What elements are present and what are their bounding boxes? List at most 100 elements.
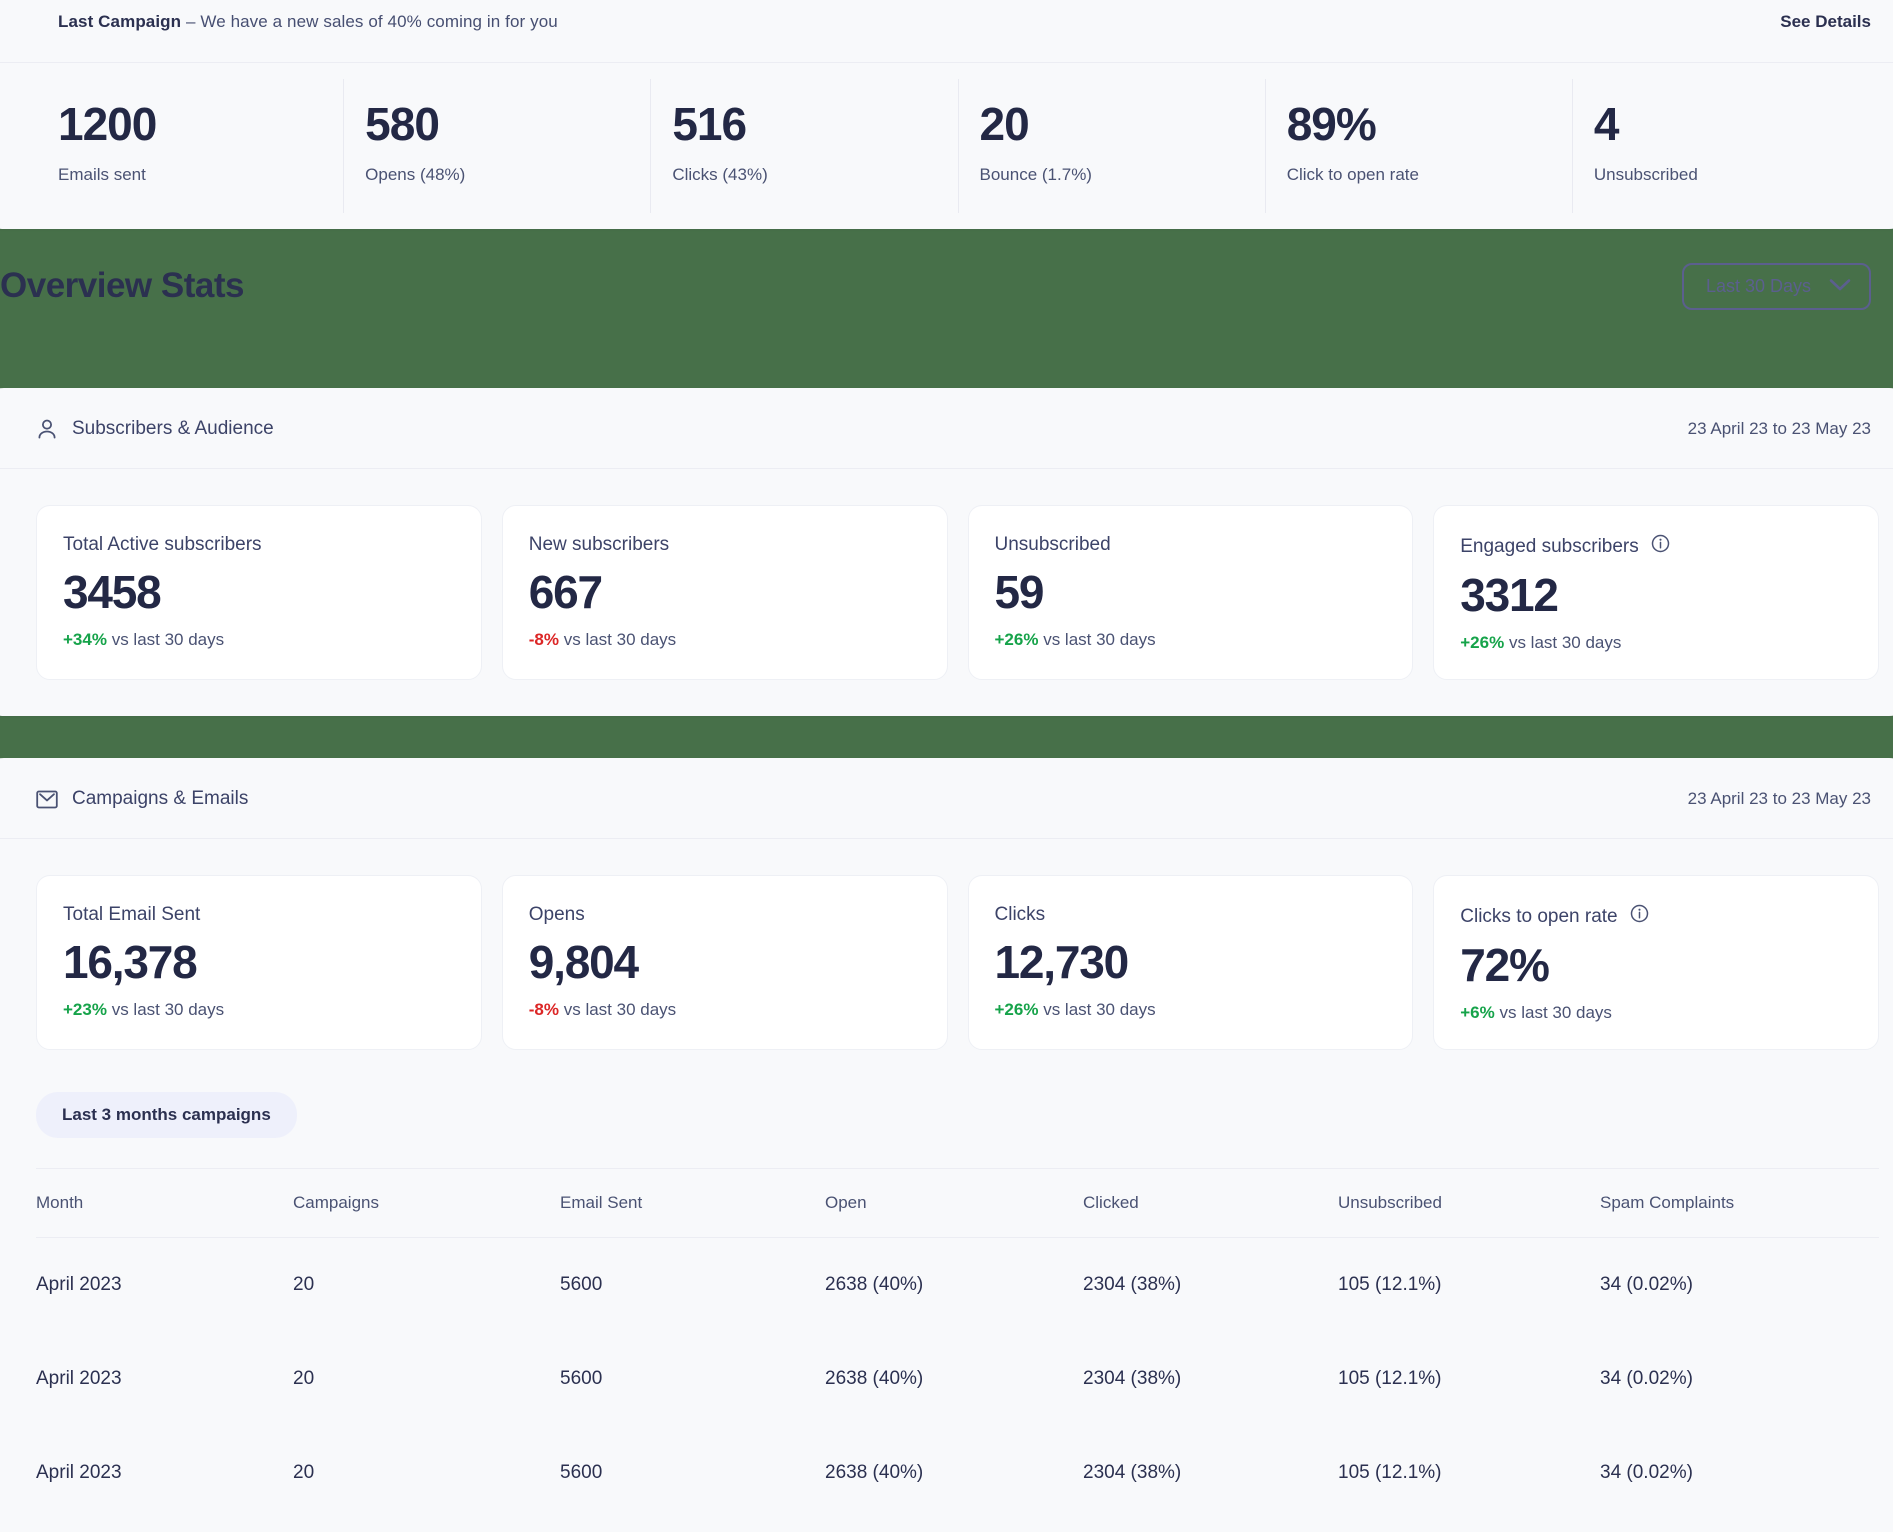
campaign-filter-chip-row: Last 3 months campaigns <box>0 1086 1893 1138</box>
stat-card-value: 667 <box>529 568 921 616</box>
stat-card-value: 16,378 <box>63 938 455 986</box>
date-range-value: Last 30 Days <box>1706 276 1811 297</box>
table-cell-clicked: 2304 (38%) <box>1083 1426 1338 1520</box>
table-row[interactable]: April 2023 20 5600 2638 (40%) 2304 (38%)… <box>36 1332 1879 1426</box>
metric-value: 580 <box>365 101 640 147</box>
see-details-link[interactable]: See Details <box>1780 12 1871 32</box>
stat-card-value: 3458 <box>63 568 455 616</box>
table-cell-open: 2638 (40%) <box>825 1426 1083 1520</box>
stat-card-unsubscribed: Unsubscribed 59 +26% vs last 30 days <box>968 505 1414 680</box>
table-column-header-spam-complaints: Spam Complaints <box>1600 1169 1879 1238</box>
stat-card-delta-value: +26% <box>1460 633 1504 652</box>
stat-card-new-subscribers: New subscribers 667 -8% vs last 30 days <box>502 505 948 680</box>
subscribers-panel-header: Subscribers & Audience 23 April 23 to 23… <box>0 388 1893 469</box>
stat-card-delta: +6% vs last 30 days <box>1460 1003 1852 1023</box>
stat-card-delta-suffix: vs last 30 days <box>564 630 676 649</box>
stat-card-delta: -8% vs last 30 days <box>529 1000 921 1020</box>
table-cell-campaigns: 20 <box>293 1426 560 1520</box>
campaigns-stat-grid: Total Email Sent 16,378 +23% vs last 30 … <box>0 839 1893 1086</box>
metric-label: Bounce (1.7%) <box>980 165 1255 185</box>
stat-card-delta: +34% vs last 30 days <box>63 630 455 650</box>
stat-card-title-wrap: Clicks <box>995 904 1387 926</box>
stat-card-delta-suffix: vs last 30 days <box>1509 633 1621 652</box>
stat-card-title-wrap: Total Email Sent <box>63 904 455 926</box>
stat-card-value: 72% <box>1460 941 1852 989</box>
table-column-header-unsubscribed: Unsubscribed <box>1338 1169 1600 1238</box>
table-cell-open: 2638 (40%) <box>825 1238 1083 1333</box>
stat-card-clicks-to-open-rate: Clicks to open rate 72% +6% vs last 30 d… <box>1433 875 1879 1050</box>
table-cell-clicked: 2304 (38%) <box>1083 1238 1338 1333</box>
stat-card-title: Total Email Sent <box>63 904 200 926</box>
chip-last-3-months-campaigns[interactable]: Last 3 months campaigns <box>36 1092 297 1138</box>
overview-stats-bar: Overview Stats Last 30 Days <box>0 238 1893 334</box>
metric-label: Click to open rate <box>1287 165 1562 185</box>
campaigns-table: Month Campaigns Email Sent Open Clicked … <box>36 1168 1879 1520</box>
last-campaign-card: Last Campaign – We have a new sales of 4… <box>0 0 1893 229</box>
campaigns-date-range: 23 April 23 to 23 May 23 <box>1688 789 1871 809</box>
metric-label: Opens (48%) <box>365 165 640 185</box>
stat-card-title-wrap: Unsubscribed <box>995 534 1387 556</box>
stat-card-title-wrap: Opens <box>529 904 921 926</box>
last-campaign-header: Last Campaign – We have a new sales of 4… <box>0 0 1893 44</box>
stat-card-title: New subscribers <box>529 534 669 556</box>
stat-card-title: Total Active subscribers <box>63 534 262 556</box>
table-cell-spam-complaints: 34 (0.02%) <box>1600 1238 1879 1333</box>
stat-card-total-active-subscribers: Total Active subscribers 3458 +34% vs la… <box>36 505 482 680</box>
stat-card-total-email-sent: Total Email Sent 16,378 +23% vs last 30 … <box>36 875 482 1050</box>
table-column-header-open: Open <box>825 1169 1083 1238</box>
info-icon[interactable] <box>1651 534 1670 559</box>
stat-card-delta-suffix: vs last 30 days <box>1043 630 1155 649</box>
stat-card-clicks: Clicks 12,730 +26% vs last 30 days <box>968 875 1414 1050</box>
table-cell-unsubscribed: 105 (12.1%) <box>1338 1332 1600 1426</box>
metric-value: 1200 <box>58 101 333 147</box>
subscribers-panel-title: Subscribers & Audience <box>72 418 274 440</box>
metric-unsubscribed: 4 Unsubscribed <box>1572 63 1879 229</box>
subscribers-date-range: 23 April 23 to 23 May 23 <box>1688 419 1871 439</box>
last-campaign-message: Last Campaign – We have a new sales of 4… <box>58 12 558 32</box>
last-campaign-description: – We have a new sales of 40% coming in f… <box>181 12 558 31</box>
stat-card-delta-value: -8% <box>529 630 559 649</box>
table-cell-unsubscribed: 105 (12.1%) <box>1338 1426 1600 1520</box>
campaigns-panel-title: Campaigns & Emails <box>72 788 248 810</box>
info-icon[interactable] <box>1630 904 1649 929</box>
stat-card-title: Clicks to open rate <box>1460 906 1617 928</box>
table-column-header-clicked: Clicked <box>1083 1169 1338 1238</box>
table-row[interactable]: April 2023 20 5600 2638 (40%) 2304 (38%)… <box>36 1238 1879 1333</box>
stat-card-delta-value: +26% <box>995 630 1039 649</box>
metric-opens: 580 Opens (48%) <box>343 63 650 229</box>
stat-card-delta: +26% vs last 30 days <box>1460 633 1852 653</box>
metric-emails-sent: 1200 Emails sent <box>36 63 343 229</box>
stat-card-delta: +26% vs last 30 days <box>995 1000 1387 1020</box>
stat-card-value: 9,804 <box>529 938 921 986</box>
stat-card-delta: +26% vs last 30 days <box>995 630 1387 650</box>
chevron-down-icon <box>1829 276 1851 297</box>
subscribers-stat-grid: Total Active subscribers 3458 +34% vs la… <box>0 469 1893 716</box>
table-row[interactable]: April 2023 20 5600 2638 (40%) 2304 (38%)… <box>36 1426 1879 1520</box>
stat-card-title: Opens <box>529 904 585 926</box>
stat-card-delta-value: +23% <box>63 1000 107 1019</box>
table-cell-email-sent: 5600 <box>560 1238 825 1333</box>
stat-card-title-wrap: Total Active subscribers <box>63 534 455 556</box>
stat-card-title: Unsubscribed <box>995 534 1111 556</box>
table-column-header-month: Month <box>36 1169 293 1238</box>
table-column-header-campaigns: Campaigns <box>293 1169 560 1238</box>
metric-value: 89% <box>1287 101 1562 147</box>
stat-card-delta-value: +6% <box>1460 1003 1495 1022</box>
stat-card-delta-suffix: vs last 30 days <box>1043 1000 1155 1019</box>
date-range-select[interactable]: Last 30 Days <box>1682 263 1871 310</box>
last-campaign-label: Last Campaign <box>58 12 181 31</box>
stat-card-delta-suffix: vs last 30 days <box>112 630 224 649</box>
stat-card-value: 12,730 <box>995 938 1387 986</box>
table-cell-email-sent: 5600 <box>560 1426 825 1520</box>
table-cell-unsubscribed: 105 (12.1%) <box>1338 1238 1600 1333</box>
stat-card-title: Engaged subscribers <box>1460 536 1639 558</box>
table-cell-campaigns: 20 <box>293 1238 560 1333</box>
table-cell-open: 2638 (40%) <box>825 1332 1083 1426</box>
stat-card-title-wrap: Clicks to open rate <box>1460 904 1852 929</box>
table-cell-month: April 2023 <box>36 1332 293 1426</box>
stat-card-engaged-subscribers: Engaged subscribers 3312 +26% vs last 30… <box>1433 505 1879 680</box>
stat-card-delta-suffix: vs last 30 days <box>1499 1003 1611 1022</box>
metric-label: Emails sent <box>58 165 333 185</box>
stat-card-delta-value: -8% <box>529 1000 559 1019</box>
stat-card-delta: -8% vs last 30 days <box>529 630 921 650</box>
